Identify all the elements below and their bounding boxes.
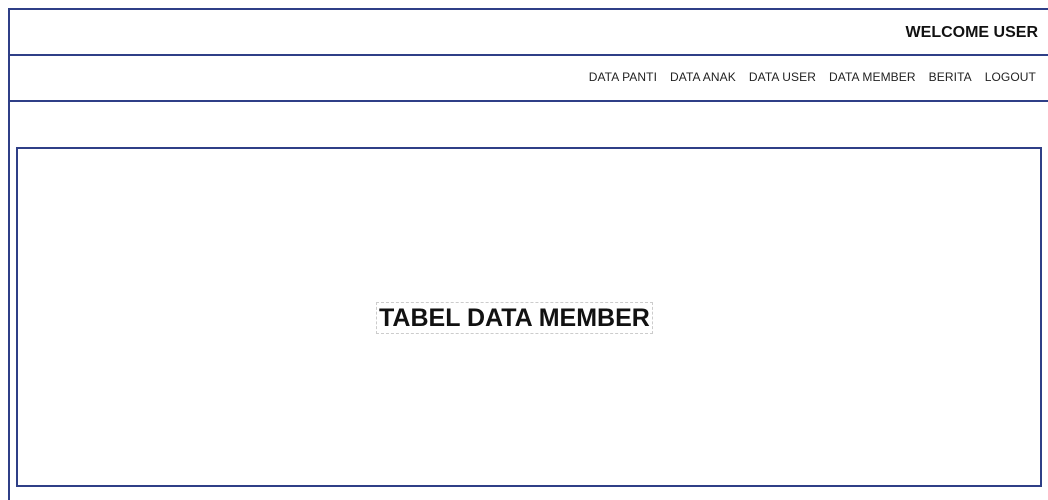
nav-item-data-member[interactable]: DATA MEMBER [829,70,916,84]
nav-menu: DATA PANTI DATA ANAK DATA USER DATA MEMB… [589,70,1036,84]
nav-item-logout[interactable]: LOGOUT [985,70,1036,84]
welcome-user-label: WELCOME USER [905,24,1038,41]
page-title: TABEL DATA MEMBER [376,302,653,334]
nav-item-data-panti[interactable]: DATA PANTI [589,70,657,84]
nav-item-data-user[interactable]: DATA USER [749,70,816,84]
top-header-bar: WELCOME USER [10,10,1048,56]
nav-item-data-anak[interactable]: DATA ANAK [670,70,736,84]
navigation-bar: DATA PANTI DATA ANAK DATA USER DATA MEMB… [10,56,1048,102]
content-panel: TABEL DATA MEMBER [16,147,1042,487]
nav-item-berita[interactable]: BERITA [929,70,972,84]
app-frame: WELCOME USER DATA PANTI DATA ANAK DATA U… [8,8,1048,500]
